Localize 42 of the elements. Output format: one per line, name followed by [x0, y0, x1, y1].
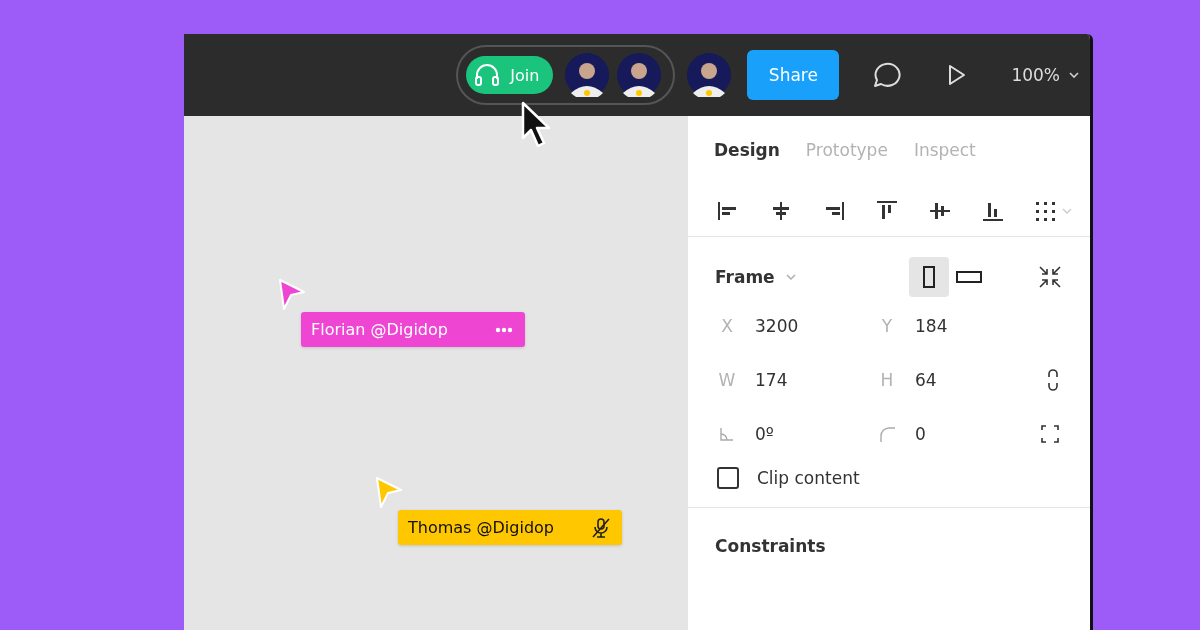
- field-label: X: [720, 316, 734, 336]
- link-icon[interactable]: [1046, 367, 1060, 393]
- zoom-dropdown[interactable]: 100%: [1011, 65, 1080, 85]
- user-name: Thomas @Digidop: [408, 518, 554, 537]
- more-icon[interactable]: [495, 326, 513, 333]
- field-label: W: [717, 370, 737, 390]
- frame-dropdown[interactable]: Frame: [715, 267, 909, 287]
- field-value: 0: [915, 424, 926, 444]
- input-field[interactable]: X 3200: [715, 316, 875, 336]
- field-label: H: [879, 370, 895, 390]
- avatar[interactable]: [565, 53, 610, 97]
- distribute-grid-icon[interactable]: [1034, 199, 1058, 223]
- input-field[interactable]: Y 184: [875, 316, 1035, 336]
- checkbox[interactable]: [717, 467, 739, 489]
- input-field[interactable]: 0: [875, 424, 1035, 444]
- muted-microphone-icon: [592, 517, 610, 538]
- avatar[interactable]: [617, 53, 662, 97]
- checkbox-label: Clip content: [757, 468, 860, 488]
- headphones-icon: [474, 63, 501, 87]
- field-value: 184: [915, 316, 948, 336]
- landscape-icon: [956, 270, 982, 284]
- field-value: 0º: [755, 424, 774, 444]
- user-name: Florian @Digidop: [311, 320, 448, 339]
- pointer-icon: [374, 476, 404, 510]
- expand-icon[interactable]: [1040, 424, 1060, 444]
- chevron-down-icon: [784, 273, 797, 281]
- input-field[interactable]: 0º: [715, 424, 875, 444]
- field-value: 174: [755, 370, 788, 390]
- input-field[interactable]: H 64: [875, 370, 1035, 390]
- field-value: 3200: [755, 316, 799, 336]
- field-value: 64: [915, 370, 937, 390]
- avatar[interactable]: [687, 53, 732, 97]
- field-label: Y: [880, 316, 894, 336]
- shrink-icon[interactable]: [1037, 264, 1063, 290]
- portrait-icon: [922, 266, 936, 288]
- play-icon[interactable]: [947, 64, 968, 86]
- panel-tab[interactable]: Design: [708, 136, 786, 164]
- portrait-toggle[interactable]: [909, 257, 949, 297]
- chevron-down-icon: [1068, 71, 1080, 79]
- section-title: Constraints: [715, 536, 827, 556]
- input-field[interactable]: W 174: [715, 370, 875, 390]
- pointer-icon: [277, 278, 307, 312]
